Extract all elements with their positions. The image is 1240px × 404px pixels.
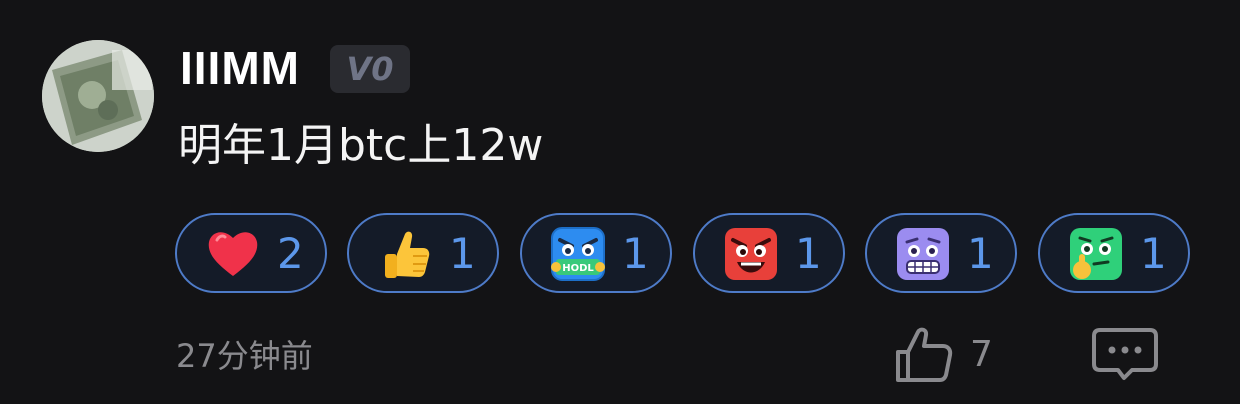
reaction-pill-thumbs-up[interactable]: 1 xyxy=(347,213,499,293)
avatar-image xyxy=(42,40,154,152)
grimacing-purple-face-emoji xyxy=(897,228,949,280)
reaction-pill-angry[interactable]: 1 xyxy=(693,213,845,293)
reaction-count: 1 xyxy=(622,229,649,278)
angry-red-face-emoji xyxy=(725,228,777,280)
reaction-pill-thinking[interactable]: 1 xyxy=(1038,213,1190,293)
reaction-count: 1 xyxy=(967,229,994,278)
thumbs-up-icon xyxy=(896,327,953,382)
svg-text:HODL: HODL xyxy=(562,263,594,274)
reply-button[interactable] xyxy=(1092,326,1158,382)
comment-bubble-icon xyxy=(1092,328,1158,380)
reaction-count: 1 xyxy=(1140,229,1167,278)
like-button[interactable] xyxy=(894,326,954,384)
user-level-badge: V0 xyxy=(330,45,410,93)
like-count: 7 xyxy=(970,334,993,375)
comment-text: 明年1月btc上12w xyxy=(178,120,544,171)
thumbs-up-emoji xyxy=(385,231,430,278)
reaction-count: 1 xyxy=(795,229,822,278)
reaction-pill-heart[interactable]: 2 xyxy=(175,213,327,293)
red-heart-emoji xyxy=(208,232,258,276)
hodl-bot-emoji: HODL xyxy=(551,227,605,281)
reaction-pill-hodl[interactable]: HODL 1 xyxy=(520,213,672,293)
thinking-green-face-emoji xyxy=(1070,228,1122,280)
reaction-count: 2 xyxy=(277,229,304,278)
reaction-count: 1 xyxy=(449,229,476,278)
comment-timestamp: 27分钟前 xyxy=(176,337,313,375)
username[interactable]: IIIMM xyxy=(180,40,300,96)
reaction-pill-grimace[interactable]: 1 xyxy=(865,213,1017,293)
user-avatar[interactable] xyxy=(42,40,154,152)
